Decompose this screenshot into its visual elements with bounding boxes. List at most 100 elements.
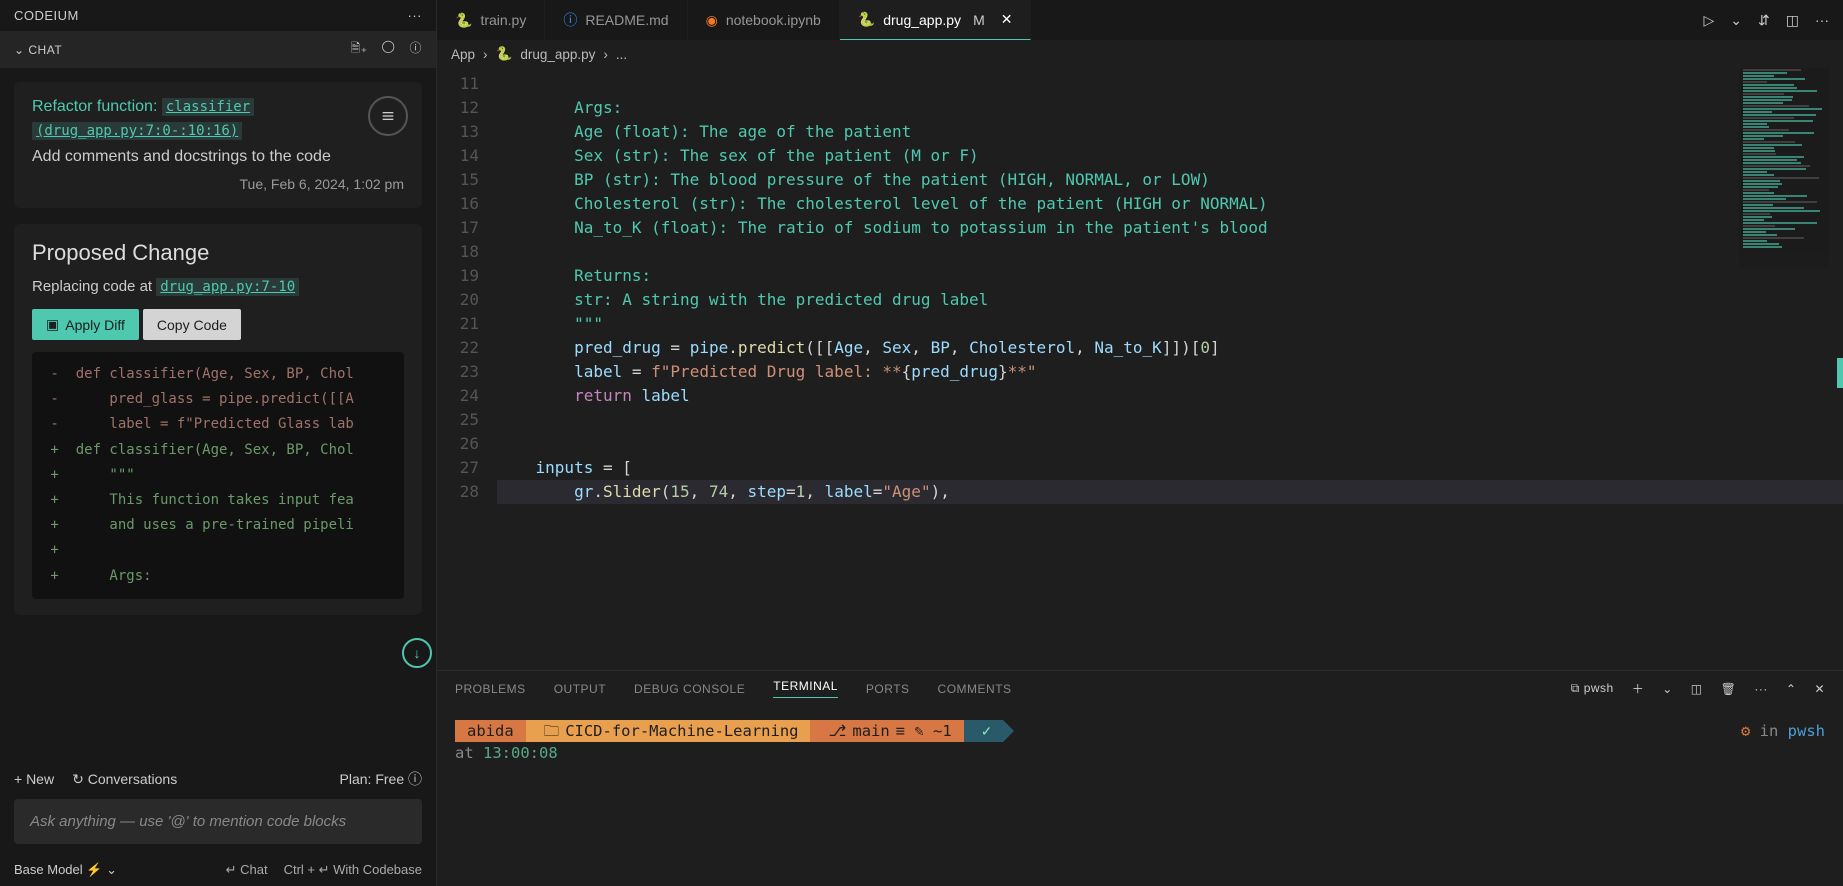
- code-line[interactable]: [497, 408, 1843, 432]
- sidebar: CODEIUM ··· ⌄ CHAT 🗎₊ ◯ ⓘ Refactor funct…: [0, 0, 437, 886]
- terminal[interactable]: abida 🗀 CICD-for-Machine-Learning ⎇ main…: [437, 706, 1843, 886]
- line-number: 23: [437, 360, 479, 384]
- more-icon[interactable]: ···: [408, 8, 423, 23]
- chat-shortcut[interactable]: ↵ Chat: [226, 862, 268, 878]
- refactor-symbol[interactable]: classifier: [162, 98, 254, 116]
- minimap[interactable]: [1739, 68, 1829, 268]
- jupyter-icon: ◉: [706, 12, 718, 29]
- tab-label: notebook.ipynb: [726, 12, 821, 28]
- download-icon[interactable]: ↓: [402, 638, 432, 668]
- code-line[interactable]: Sex (str): The sex of the patient (M or …: [497, 144, 1843, 168]
- line-number: 14: [437, 144, 479, 168]
- panel-tab-debug-console[interactable]: DEBUG CONSOLE: [634, 682, 745, 696]
- code-line[interactable]: gr.Slider(15, 74, step=1, label="Age"),: [497, 480, 1843, 504]
- line-number: 13: [437, 120, 479, 144]
- replacing-label: Replacing code at: [32, 278, 152, 295]
- file-plus-icon[interactable]: 🗎₊: [351, 39, 368, 60]
- dropdown-icon[interactable]: ⌄: [1662, 682, 1673, 696]
- info-icon[interactable]: ⓘ: [409, 39, 422, 60]
- line-number: 17: [437, 216, 479, 240]
- chat-content: Refactor function: classifier (drug_app.…: [0, 68, 436, 759]
- chat-section-header[interactable]: ⌄ CHAT 🗎₊ ◯ ⓘ: [0, 31, 436, 68]
- breadcrumb-item[interactable]: drug_app.py: [520, 47, 595, 62]
- plan-label[interactable]: Plan: Free ⓘ: [340, 769, 422, 789]
- diff-line: + and uses a pre-trained pipeli: [42, 513, 394, 538]
- code-line[interactable]: return label: [497, 384, 1843, 408]
- more-icon[interactable]: ···: [1815, 12, 1829, 29]
- codebase-shortcut[interactable]: Ctrl + ↵ With Codebase: [284, 862, 422, 878]
- refactor-file-ref[interactable]: (drug_app.py:7:0-:10:16): [32, 122, 242, 140]
- replacing-ref[interactable]: drug_app.py:7-10: [156, 278, 299, 296]
- more-icon[interactable]: ···: [1754, 682, 1768, 696]
- panel-tab-problems[interactable]: PROBLEMS: [455, 682, 526, 696]
- chat-input[interactable]: Ask anything — use '@' to mention code b…: [14, 799, 422, 844]
- code-line[interactable]: pred_drug = pipe.predict([[Age, Sex, BP,…: [497, 336, 1843, 360]
- close-tab-icon[interactable]: ✕: [1001, 11, 1013, 28]
- trash-icon[interactable]: 🗑: [1721, 682, 1737, 696]
- split-icon[interactable]: ◫: [1786, 12, 1799, 29]
- code-line[interactable]: Args:: [497, 96, 1843, 120]
- code-line[interactable]: inputs = [: [497, 456, 1843, 480]
- prompt-path: 🗀 CICD-for-Machine-Learning: [526, 720, 811, 742]
- conversations-button[interactable]: ↻ Conversations: [72, 771, 177, 788]
- terminal-timestamp: at 13:00:08: [455, 744, 1825, 762]
- code-line[interactable]: [497, 240, 1843, 264]
- code-line[interactable]: BP (str): The blood pressure of the pati…: [497, 168, 1843, 192]
- code-line[interactable]: label = f"Predicted Drug label: **{pred_…: [497, 360, 1843, 384]
- code-line[interactable]: [497, 72, 1843, 96]
- line-number: 24: [437, 384, 479, 408]
- chevron-down-icon: ⌄: [14, 43, 28, 57]
- git-compare-icon[interactable]: ⇵: [1758, 12, 1770, 29]
- section-title: CHAT: [28, 43, 62, 57]
- editor-tabs: 🐍train.pyⓘREADME.md◉notebook.ipynb🐍drug_…: [437, 0, 1843, 40]
- new-chat-button[interactable]: + New: [14, 771, 54, 787]
- panel-tab-terminal[interactable]: TERMINAL: [773, 679, 838, 698]
- editor[interactable]: 111213141516171819202122232425262728 Arg…: [437, 68, 1843, 670]
- refactor-label: Refactor function:: [32, 98, 157, 115]
- code-line[interactable]: Age (float): The age of the patient: [497, 120, 1843, 144]
- panel-tab-comments[interactable]: COMMENTS: [938, 682, 1012, 696]
- line-number: 20: [437, 288, 479, 312]
- code-line[interactable]: Cholesterol (str): The cholesterol level…: [497, 192, 1843, 216]
- brand-label: CODEIUM: [14, 8, 79, 23]
- model-selector[interactable]: Base Model ⚡ ⌄: [14, 862, 117, 878]
- breadcrumb-item[interactable]: App: [451, 47, 475, 62]
- line-number: 16: [437, 192, 479, 216]
- code-line[interactable]: Returns:: [497, 264, 1843, 288]
- chat-description: Add comments and docstrings to the code: [32, 148, 404, 166]
- breadcrumb-item[interactable]: ...: [616, 47, 627, 62]
- editor-tab[interactable]: 🐍train.py: [437, 0, 545, 40]
- code-line[interactable]: str: A string with the predicted drug la…: [497, 288, 1843, 312]
- chevron-up-icon[interactable]: ⌃: [1786, 682, 1797, 696]
- code-line[interactable]: [497, 432, 1843, 456]
- editor-tab[interactable]: ◉ notebook.ipynb: [688, 0, 840, 40]
- apply-diff-button[interactable]: ▣ Apply Diff: [32, 309, 139, 340]
- run-dropdown-icon[interactable]: ⌄: [1730, 12, 1742, 29]
- close-panel-icon[interactable]: ✕: [1814, 682, 1825, 696]
- run-icon[interactable]: ▷: [1704, 12, 1715, 29]
- line-number: 11: [437, 72, 479, 96]
- line-number: 25: [437, 408, 479, 432]
- line-number: 19: [437, 264, 479, 288]
- split-terminal-icon[interactable]: ◫: [1691, 682, 1703, 696]
- panel-tab-output[interactable]: OUTPUT: [554, 682, 606, 696]
- menu-icon[interactable]: [368, 96, 408, 136]
- editor-tab[interactable]: ⓘREADME.md: [545, 0, 687, 40]
- user-icon[interactable]: ◯: [382, 39, 396, 60]
- code-line[interactable]: Na_to_K (float): The ratio of sodium to …: [497, 216, 1843, 240]
- editor-tab[interactable]: 🐍drug_app.pyM✕: [840, 0, 1032, 40]
- github-icon: ⎇: [828, 722, 846, 740]
- sidebar-footer: + New ↻ Conversations Plan: Free ⓘ: [0, 759, 436, 799]
- line-number: 22: [437, 336, 479, 360]
- diff-line: - def classifier(Age, Sex, BP, Chol: [42, 362, 394, 387]
- copy-code-button[interactable]: Copy Code: [143, 309, 241, 340]
- diff-line: + def classifier(Age, Sex, BP, Chol: [42, 438, 394, 463]
- modified-indicator: M: [973, 12, 985, 28]
- panel-tab-ports[interactable]: PORTS: [866, 682, 910, 696]
- code-line[interactable]: """: [497, 312, 1843, 336]
- breadcrumbs[interactable]: App › 🐍 drug_app.py › ...: [437, 40, 1843, 68]
- new-terminal-icon[interactable]: ＋: [1632, 680, 1645, 697]
- terminal-shell-label[interactable]: ⧉ pwsh: [1571, 681, 1614, 696]
- diff-line: - label = f"Predicted Glass lab: [42, 412, 394, 437]
- code-area[interactable]: Args: Age (float): The age of the patien…: [497, 68, 1843, 670]
